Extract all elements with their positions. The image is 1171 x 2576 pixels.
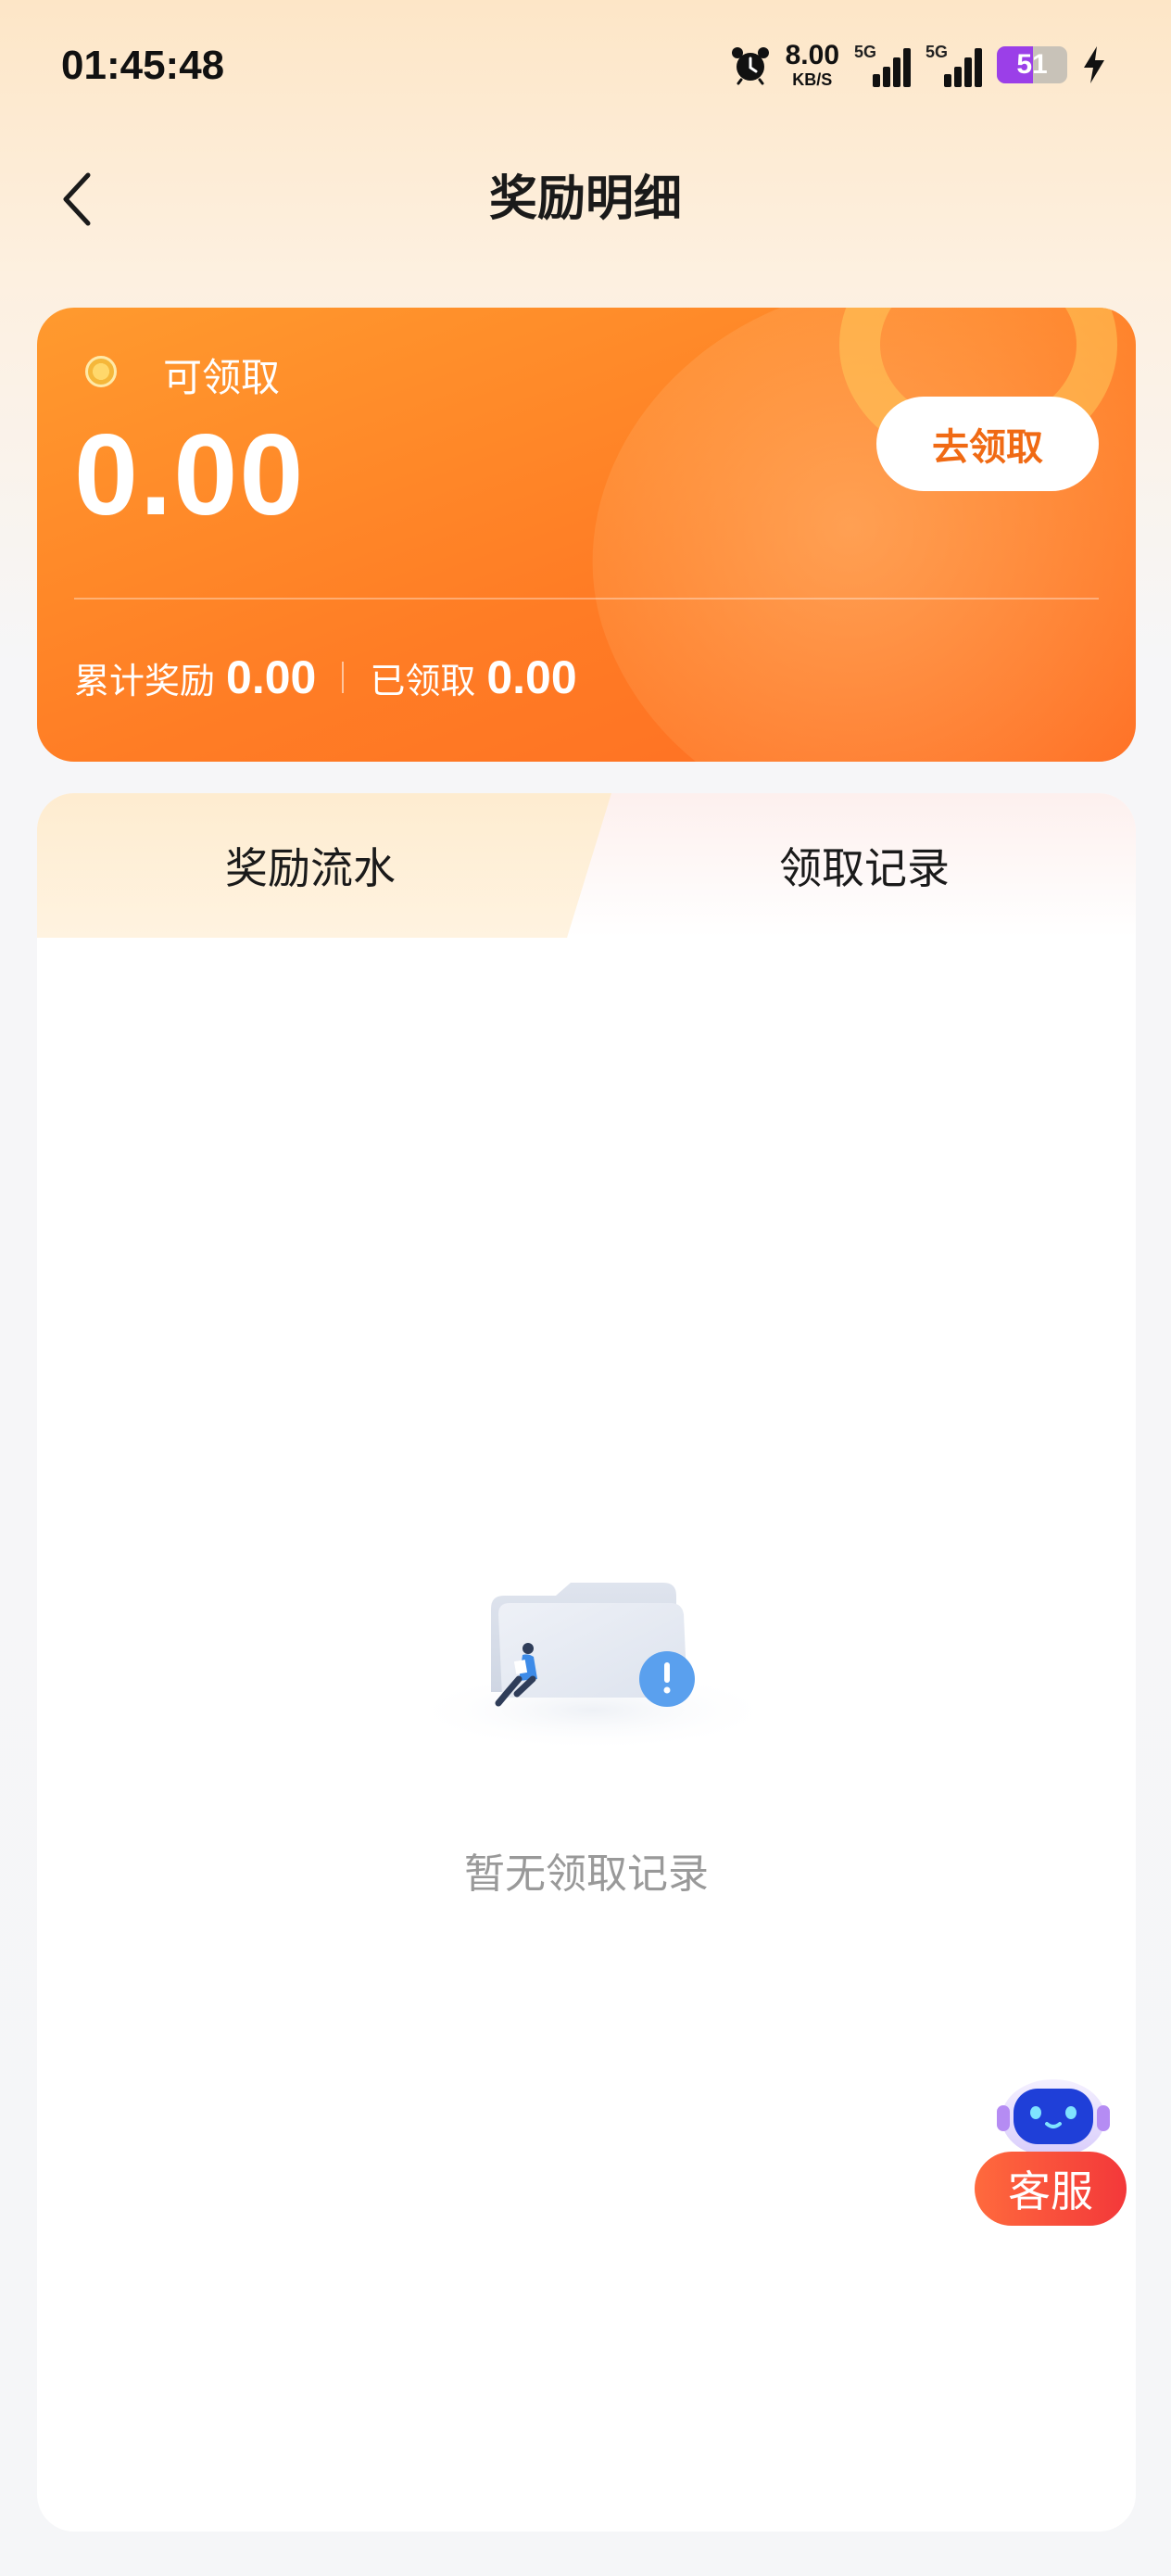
customer-service-label[interactable]: 客服 bbox=[975, 2152, 1127, 2226]
claim-button[interactable]: 去领取 bbox=[876, 397, 1099, 491]
tab-claim-records[interactable]: 领取记录 bbox=[593, 793, 1136, 938]
claimed-label: 已领取 bbox=[370, 661, 476, 701]
customer-service-button[interactable]: 客服 bbox=[975, 2072, 1130, 2229]
coin-icon bbox=[85, 356, 117, 387]
page-title: 奖励明细 bbox=[488, 171, 682, 227]
charging-bolt-icon bbox=[1082, 46, 1106, 83]
divider bbox=[74, 598, 1099, 600]
total-reward-label: 累计奖励 bbox=[74, 661, 216, 701]
tab-reward-flow[interactable]: 奖励流水 bbox=[37, 793, 584, 938]
empty-state-text: 暂无领取记录 bbox=[464, 1850, 709, 1898]
nav-bar: 奖励明细 bbox=[0, 148, 1171, 250]
status-icons: 8.00 KB/S 5G 5G 51 bbox=[730, 37, 1106, 93]
divider bbox=[342, 662, 345, 693]
tab-bar: 奖励流水 领取记录 bbox=[37, 793, 1136, 938]
alarm-icon bbox=[730, 44, 771, 85]
records-panel: 奖励流水 领取记录 暂无领取记录 bbox=[37, 793, 1136, 2532]
claimed-value: 0.00 bbox=[486, 651, 577, 703]
robot-icon bbox=[997, 2079, 1110, 2157]
claimable-label: 可领取 bbox=[163, 355, 281, 400]
empty-folder-illustration bbox=[408, 1583, 778, 1751]
reward-stats: 累计奖励 0.00 已领取 0.00 bbox=[74, 650, 577, 704]
network-speed: 8.00 KB/S bbox=[785, 40, 839, 89]
status-bar: 01:45:48 8.00 KB/S 5G 5G 51 bbox=[0, 0, 1171, 139]
claimable-amount: 0.00 bbox=[74, 411, 306, 539]
battery-icon: 51 bbox=[997, 46, 1067, 83]
reward-summary-card: 可领取 0.00 去领取 累计奖励 0.00 已领取 0.00 bbox=[37, 308, 1136, 762]
status-time: 01:45:48 bbox=[61, 43, 225, 88]
signal-icon: 5G bbox=[854, 43, 911, 87]
total-reward-value: 0.00 bbox=[226, 651, 317, 703]
signal-icon: 5G bbox=[925, 43, 982, 87]
